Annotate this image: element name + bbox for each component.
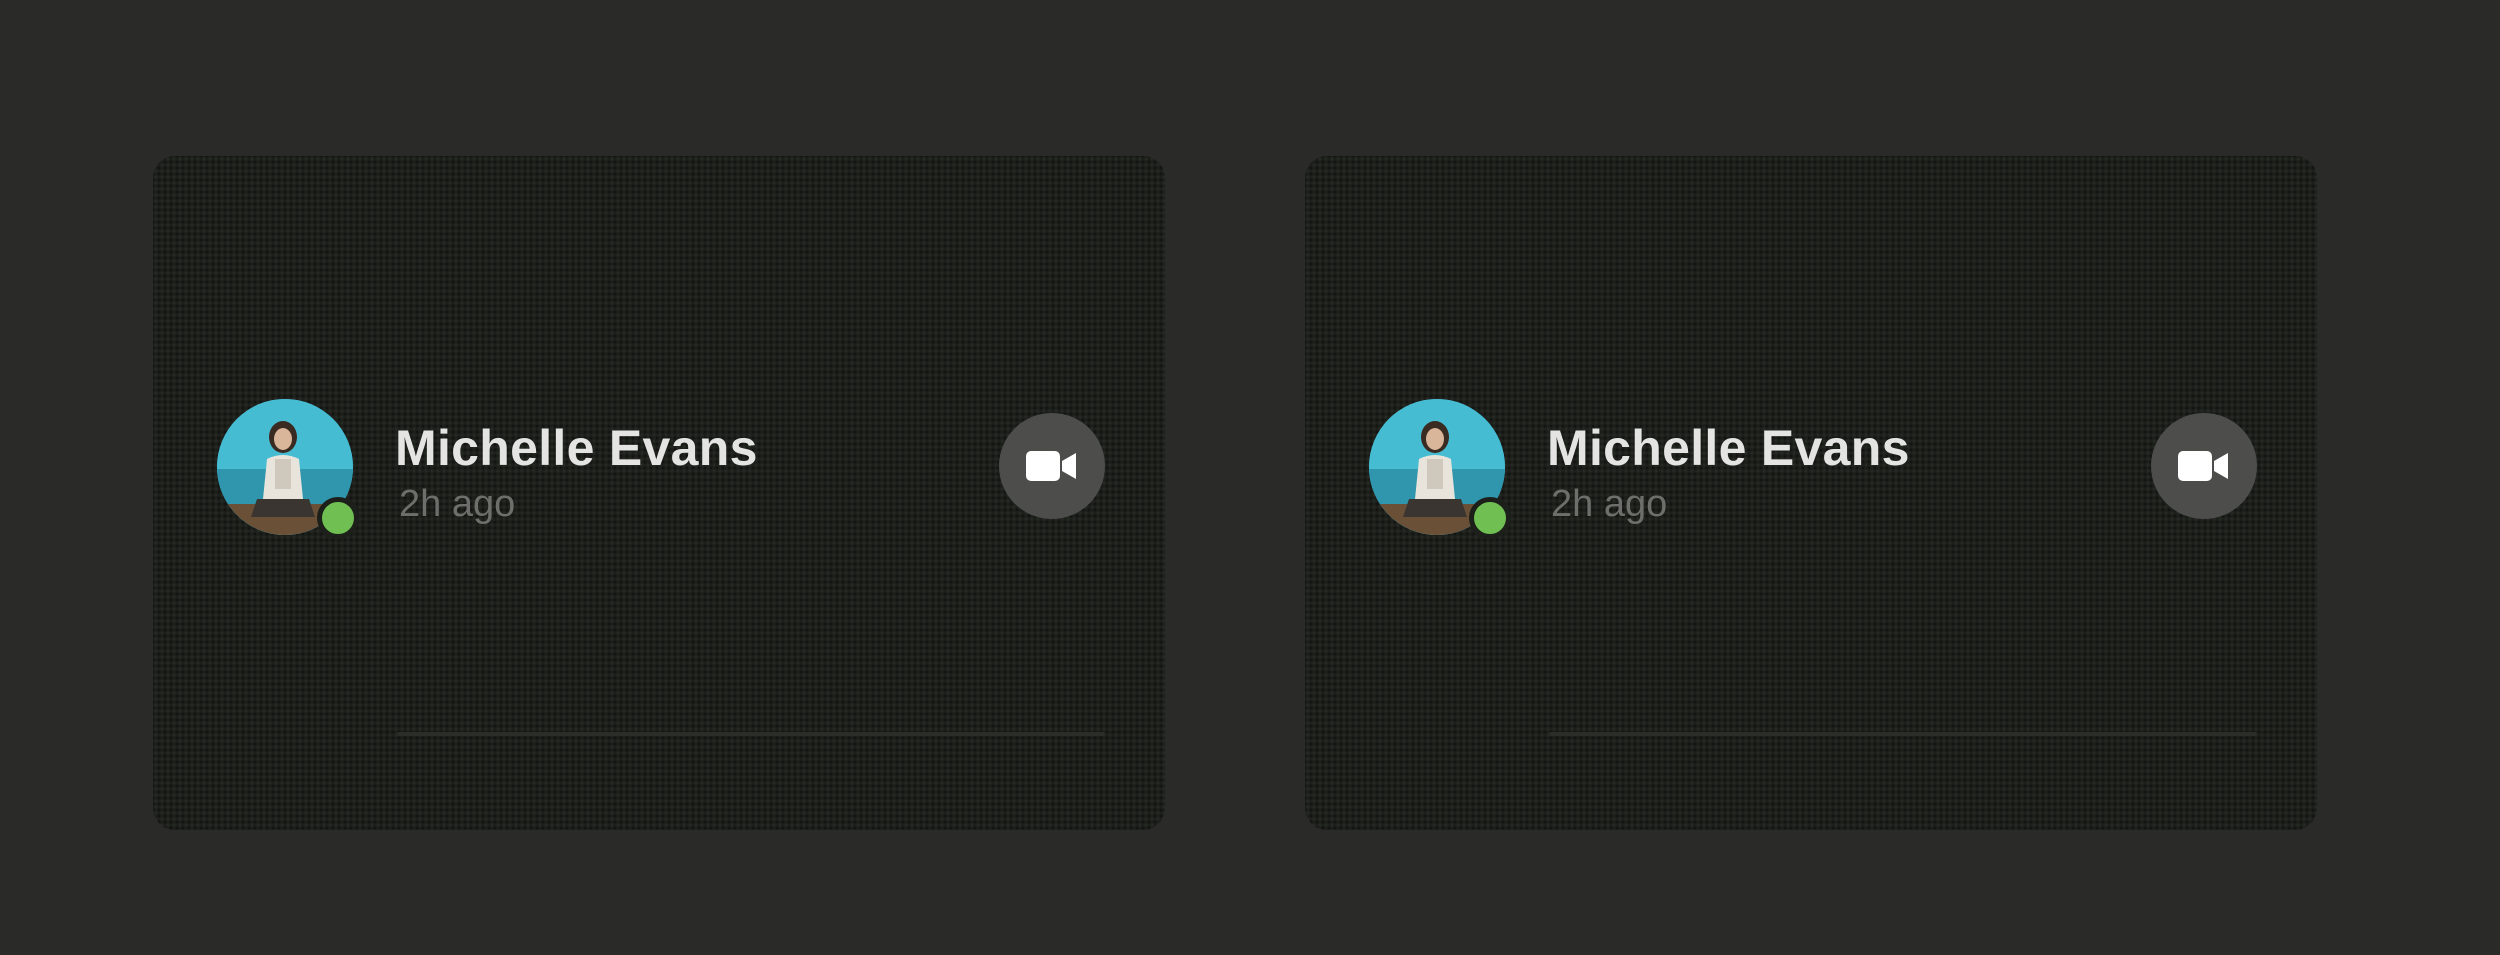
divider	[397, 732, 1105, 736]
last-seen-time: 2h ago	[399, 483, 516, 525]
video-camera-icon	[2178, 451, 2228, 481]
stage: Michelle Evans 2h ago Michelle Evans 2h …	[0, 0, 2500, 955]
contact-card: Michelle Evans 2h ago	[153, 156, 1165, 830]
contact-row[interactable]: Michelle Evans 2h ago	[217, 399, 1105, 736]
contact-name[interactable]: Michelle Evans	[1547, 419, 1910, 477]
last-seen-time: 2h ago	[1551, 483, 1668, 525]
online-status-dot	[1469, 497, 1511, 539]
contact-card: Michelle Evans 2h ago	[1305, 156, 2317, 830]
avatar-container[interactable]	[1369, 399, 1511, 539]
contact-name[interactable]: Michelle Evans	[395, 419, 758, 477]
divider	[1549, 732, 2257, 736]
video-call-button[interactable]	[999, 413, 1105, 519]
avatar-container[interactable]	[217, 399, 359, 539]
video-camera-icon	[1026, 451, 1076, 481]
contact-row[interactable]: Michelle Evans 2h ago	[1369, 399, 2257, 736]
online-status-dot	[317, 497, 359, 539]
video-call-button[interactable]	[2151, 413, 2257, 519]
